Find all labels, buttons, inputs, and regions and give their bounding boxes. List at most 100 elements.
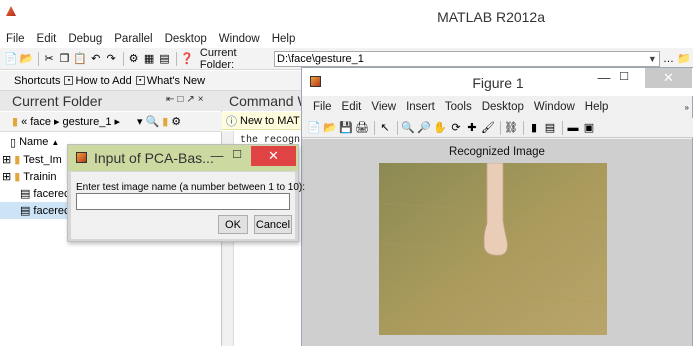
cut-icon[interactable]: ✂ (42, 52, 55, 66)
guide-icon[interactable]: ▦ (142, 52, 155, 66)
current-folder-title: Current Folder (12, 93, 103, 109)
fig-menu-insert[interactable]: Insert (401, 101, 440, 113)
paste-icon[interactable]: 📋 (73, 52, 87, 66)
open-file-icon[interactable]: 📂 (323, 121, 337, 135)
data-cursor-icon[interactable]: ✚ (465, 121, 479, 135)
close-button[interactable]: ✕ (645, 68, 692, 88)
save-icon[interactable]: 💾 (339, 121, 353, 135)
command-window-info-bar: ⓘ New to MAT (222, 112, 307, 130)
folder-up-icon[interactable]: 📁 (677, 52, 691, 66)
mfile-icon: ▤ (20, 205, 31, 217)
copy-icon[interactable]: ❐ (58, 52, 71, 66)
menu-desktop[interactable]: Desktop (159, 33, 213, 45)
legend-icon[interactable]: ▤ (543, 121, 557, 135)
redo-icon[interactable]: ↷ (104, 52, 117, 66)
whats-new-link[interactable]: ▪ What's New (135, 75, 205, 87)
chevron-down-icon[interactable]: ▼ (648, 54, 657, 64)
dialog-logo-icon (76, 152, 87, 163)
fig-menu-view[interactable]: View (366, 101, 401, 113)
minimize-icon[interactable]: — (210, 148, 224, 163)
figure-window: Figure 1 — ☐ ✕ File Edit View Insert Too… (301, 67, 693, 346)
brush-icon[interactable]: 🖌 (481, 121, 495, 135)
open-folder-icon[interactable]: 📂 (20, 52, 34, 66)
chevron-down-icon[interactable]: ▾ (137, 115, 143, 128)
folder-up-icon[interactable]: ▮ (162, 115, 168, 128)
how-to-add-link[interactable]: ▪ How to Add (64, 75, 132, 87)
menu-file[interactable]: File (0, 33, 31, 45)
fig-menu-tools[interactable]: Tools (440, 101, 477, 113)
pan-icon[interactable]: ✋ (433, 121, 447, 135)
menu-parallel[interactable]: Parallel (108, 33, 158, 45)
matlab-title-bar: MATLAB R2012a (0, 0, 693, 30)
current-folder-input[interactable]: D:\face\gesture_1 ▼ (274, 50, 660, 67)
toolbar-divider (176, 51, 178, 66)
new-file-icon[interactable]: 📄 (4, 52, 18, 66)
shortcuts-link[interactable]: Shortcuts (14, 75, 60, 87)
profiler-icon[interactable]: ▤ (158, 52, 171, 66)
test-image-input[interactable] (76, 193, 290, 210)
figure-title-bar[interactable]: Figure 1 — ☐ ✕ (302, 68, 693, 96)
gear-icon[interactable]: ⚙ (171, 115, 181, 128)
fig-menu-desktop[interactable]: Desktop (477, 101, 529, 113)
fig-menu-edit[interactable]: Edit (337, 101, 367, 113)
menu-window[interactable]: Window (213, 33, 266, 45)
browse-folder-icon[interactable]: … (662, 52, 675, 66)
sort-ascending-icon: ▲ (51, 137, 60, 147)
ok-button[interactable]: OK (218, 215, 248, 234)
file-icon: ▯ (10, 136, 17, 149)
dialog-title-bar[interactable]: Input of PCA-Bas... — ☐ ✕ (68, 145, 298, 171)
figure-window-title: Figure 1 (472, 75, 524, 91)
undo-icon[interactable]: ↶ (89, 52, 102, 66)
dialog-body: Enter test image name (a number between … (71, 172, 305, 239)
simulink-icon[interactable]: ⚙ (127, 52, 140, 66)
panel-controls-icon[interactable]: ⇤□↗× (166, 94, 207, 105)
edit-plot-icon[interactable]: ↖ (378, 121, 392, 135)
new-figure-icon[interactable]: 📄 (307, 121, 321, 135)
cancel-button[interactable]: Cancel (254, 215, 292, 234)
zoom-in-icon[interactable]: 🔍 (401, 121, 415, 135)
breadcrumb-face[interactable]: face (30, 116, 51, 128)
menu-help[interactable]: Help (266, 33, 302, 45)
fig-menu-help[interactable]: Help (580, 101, 614, 113)
figure-toolbar: 📄 📂 💾 🖨 ↖ 🔍 🔎 ✋ ⟳ ✚ 🖌 ⛓ ▮ ▤ ▬ ▣ (302, 118, 693, 138)
zoom-out-icon[interactable]: 🔎 (417, 121, 431, 135)
breadcrumb-separator-icon: ▸ (53, 116, 60, 128)
rotate-icon[interactable]: ⟳ (449, 121, 463, 135)
folder-address-bar: ▮ « face ▸ gesture_1 ▸ ▾ 🔍 ▮ ⚙ (0, 112, 222, 132)
help-icon[interactable]: ❓ (180, 52, 194, 66)
minimize-icon[interactable]: — (596, 70, 612, 85)
matlab-window-title: MATLAB R2012a (437, 9, 545, 25)
toolbar-divider (38, 51, 40, 66)
command-window-header: Command W (222, 91, 311, 111)
menu-overflow-icon[interactable]: » (680, 103, 693, 112)
breadcrumb-gesture[interactable]: gesture_1 (63, 116, 112, 128)
matlab-menu-bar: File Edit Debug Parallel Desktop Window … (0, 30, 693, 48)
new-to-matlab-link[interactable]: New to MAT (240, 115, 300, 127)
figure-canvas: Recognized Image (302, 139, 692, 346)
fig-menu-window[interactable]: Window (529, 101, 580, 113)
colorbar-icon[interactable]: ▮ (527, 121, 541, 135)
menu-debug[interactable]: Debug (62, 33, 108, 45)
print-icon[interactable]: 🖨 (355, 121, 369, 135)
toolbar-divider (523, 120, 524, 135)
breadcrumb-back[interactable]: « (21, 116, 27, 128)
expand-icon[interactable]: ⊞ (2, 153, 11, 166)
maximize-icon[interactable]: ☐ (616, 70, 632, 83)
input-dialog: Input of PCA-Bas... — ☐ ✕ Enter test ima… (67, 144, 305, 242)
search-icon[interactable]: 🔍 (146, 115, 160, 128)
maximize-icon[interactable]: ☐ (230, 148, 244, 161)
link-plot-icon[interactable]: ⛓ (504, 121, 518, 135)
current-folder-header: Current Folder ⇤□↗× (0, 91, 222, 111)
current-folder-label: Current Folder: (199, 46, 237, 71)
shortcut-icon: ▪ (64, 76, 74, 85)
info-icon: ⓘ (226, 115, 237, 128)
figure-menu-bar: File Edit View Insert Tools Desktop Wind… (302, 97, 693, 117)
fig-menu-file[interactable]: File (308, 101, 337, 113)
expand-icon[interactable]: ⊞ (2, 170, 11, 183)
mfile-icon: ▤ (20, 188, 31, 200)
hide-plot-tools-icon[interactable]: ▬ (566, 121, 580, 135)
show-plot-tools-icon[interactable]: ▣ (582, 121, 596, 135)
close-button[interactable]: ✕ (251, 146, 296, 166)
folder-icon: ▮ (14, 154, 21, 166)
menu-edit[interactable]: Edit (31, 33, 63, 45)
